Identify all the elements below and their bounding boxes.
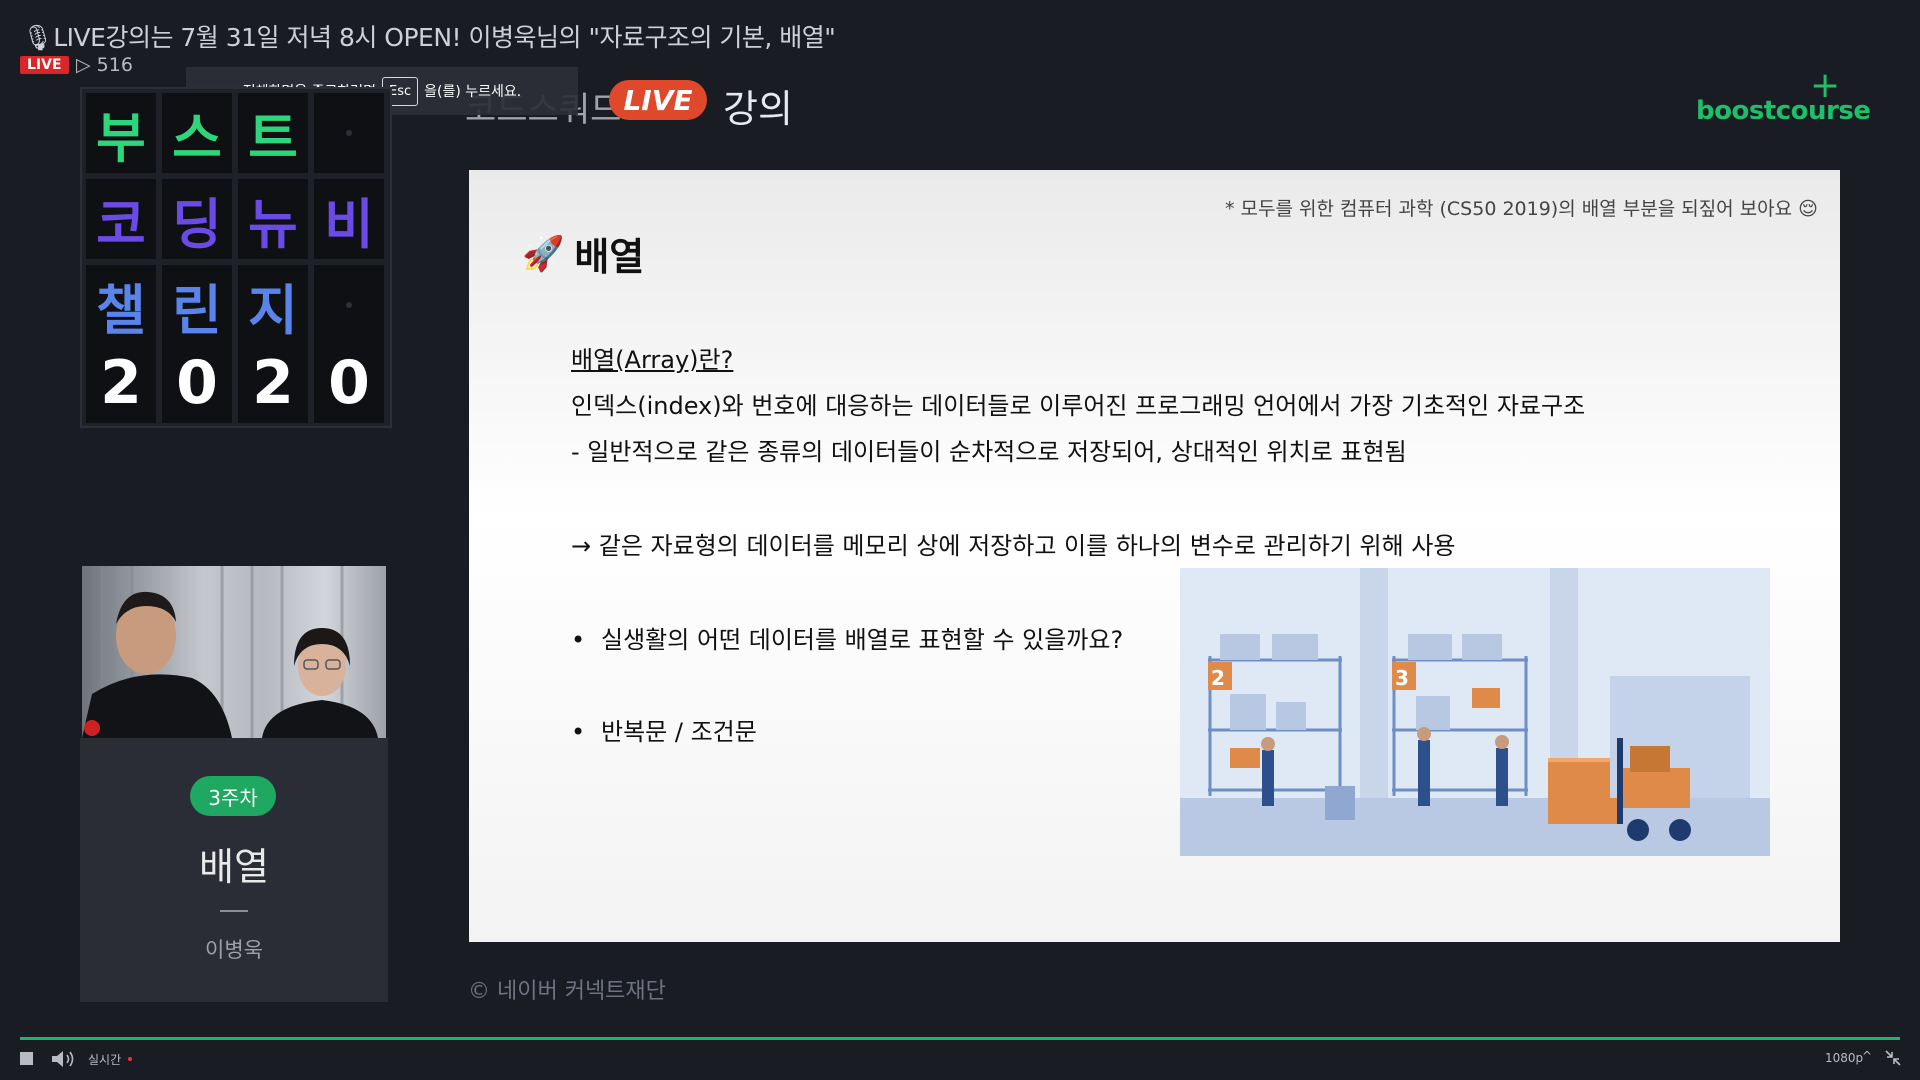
warehouse-drawing [1180,568,1770,856]
board-tile: 스 [162,93,232,173]
board-tile: 0 [162,343,232,423]
slide-heading: 🚀 배열 [522,226,644,281]
live-badge: LIVE [20,56,69,74]
board-tile-dot [346,302,352,308]
board-tile: 비 [314,179,384,259]
board-tile: 챌 [86,265,156,345]
realtime-label: 실시간 [88,1053,122,1067]
definition-line: 인덱스(index)와 번호에 대응하는 데이터들로 이루어진 프로그래밍 언어… [571,392,1586,420]
stop-button[interactable] [20,1052,33,1065]
presenter-figure [82,591,232,738]
board-tile: 2 [238,343,308,423]
speaker-icon [52,1051,74,1067]
copyright-text: © 네이버 커넥트재단 [468,979,666,1004]
realtime-indicator-dot [128,1057,132,1061]
board-tile: 부 [86,93,156,173]
shelf-number: 3 [1395,666,1409,690]
episode-divider [220,910,248,912]
volume-button[interactable] [50,1049,78,1069]
board-tile: 0 [314,343,384,423]
live-progress-bar[interactable] [20,1037,1900,1040]
board-tile: 코 [86,179,156,259]
boostcourse-logo: boostcourse [1696,96,1871,126]
banner-lecture-label: 강의 [723,87,793,131]
slide-heading-text: 배열 [574,235,645,279]
bullet-icon: • [571,626,586,654]
bullet-text: 반복문 / 조건문 [601,718,757,746]
bullet-text: 실생활의 어떤 데이터를 배열로 표현할 수 있을까요? [601,626,1124,654]
tooltip-text-after: 을(를) 누르세요. [424,84,522,100]
board-tile-dot [346,130,352,136]
warehouse-illustration: 2 3 [1180,568,1770,856]
episode-title: 배열 [199,845,269,889]
bullet-item: • 반복문 / 조건문 [571,712,757,747]
board-tile-empty [314,265,384,345]
bullet-item: • 실생활의 어떤 데이터를 배열로 표현할 수 있을까요? [571,620,1123,655]
board-tile: 뉴 [238,179,308,259]
exit-fullscreen-icon [1885,1050,1901,1066]
episode-card: 3주차 배열 이병욱 [80,738,388,1002]
board-tile: 트 [238,93,308,173]
viewer-count: ▷ 516 [76,54,133,76]
presenter-webcam [82,566,386,738]
week-badge: 3주차 [190,776,276,816]
board-tile: 딩 [162,179,232,259]
boost-coding-newbie-challenge-board: 부 스 트 코 딩 뉴 비 챌 린 지 2 0 2 0 [80,87,392,428]
rocket-icon: 🚀 [522,233,565,274]
microphone-icon [84,720,100,736]
bullet-icon: • [571,718,586,746]
board-tile-empty [314,93,384,173]
exit-fullscreen-button[interactable] [1884,1049,1902,1067]
definition-title: 배열(Array)란? [571,346,734,374]
quality-selector[interactable]: 1080p [1825,1051,1863,1065]
episode-presenter: 이병욱 [205,938,263,962]
chevron-up-icon[interactable]: ^ [1862,1049,1872,1063]
banner-live-badge: LIVE [609,80,707,120]
co-presenter-figure [262,628,378,738]
lecture-slide: * 모두를 위한 컴퓨터 과학 (CS50 2019)의 배열 부분을 되짚어 … [469,170,1840,942]
shelf-number: 2 [1211,666,1225,690]
definition-line: - 일반적으로 같은 종류의 데이터들이 순차적으로 저장되어, 상대적인 위치… [571,438,1407,466]
board-tile: 린 [162,265,232,345]
stream-title: 🎙LIVE강의는 7월 31일 저녁 8시 OPEN! 이병욱님의 "자료구조의… [22,23,836,52]
purpose-line: → 같은 자료형의 데이터를 메모리 상에 저장하고 이를 하나의 변수로 관리… [571,532,1456,560]
webcam-figures [82,566,378,738]
slide-note: * 모두를 위한 컴퓨터 과학 (CS50 2019)의 배열 부분을 되짚어 … [1225,198,1818,220]
board-tile: 2 [86,343,156,423]
board-tile: 지 [238,265,308,345]
